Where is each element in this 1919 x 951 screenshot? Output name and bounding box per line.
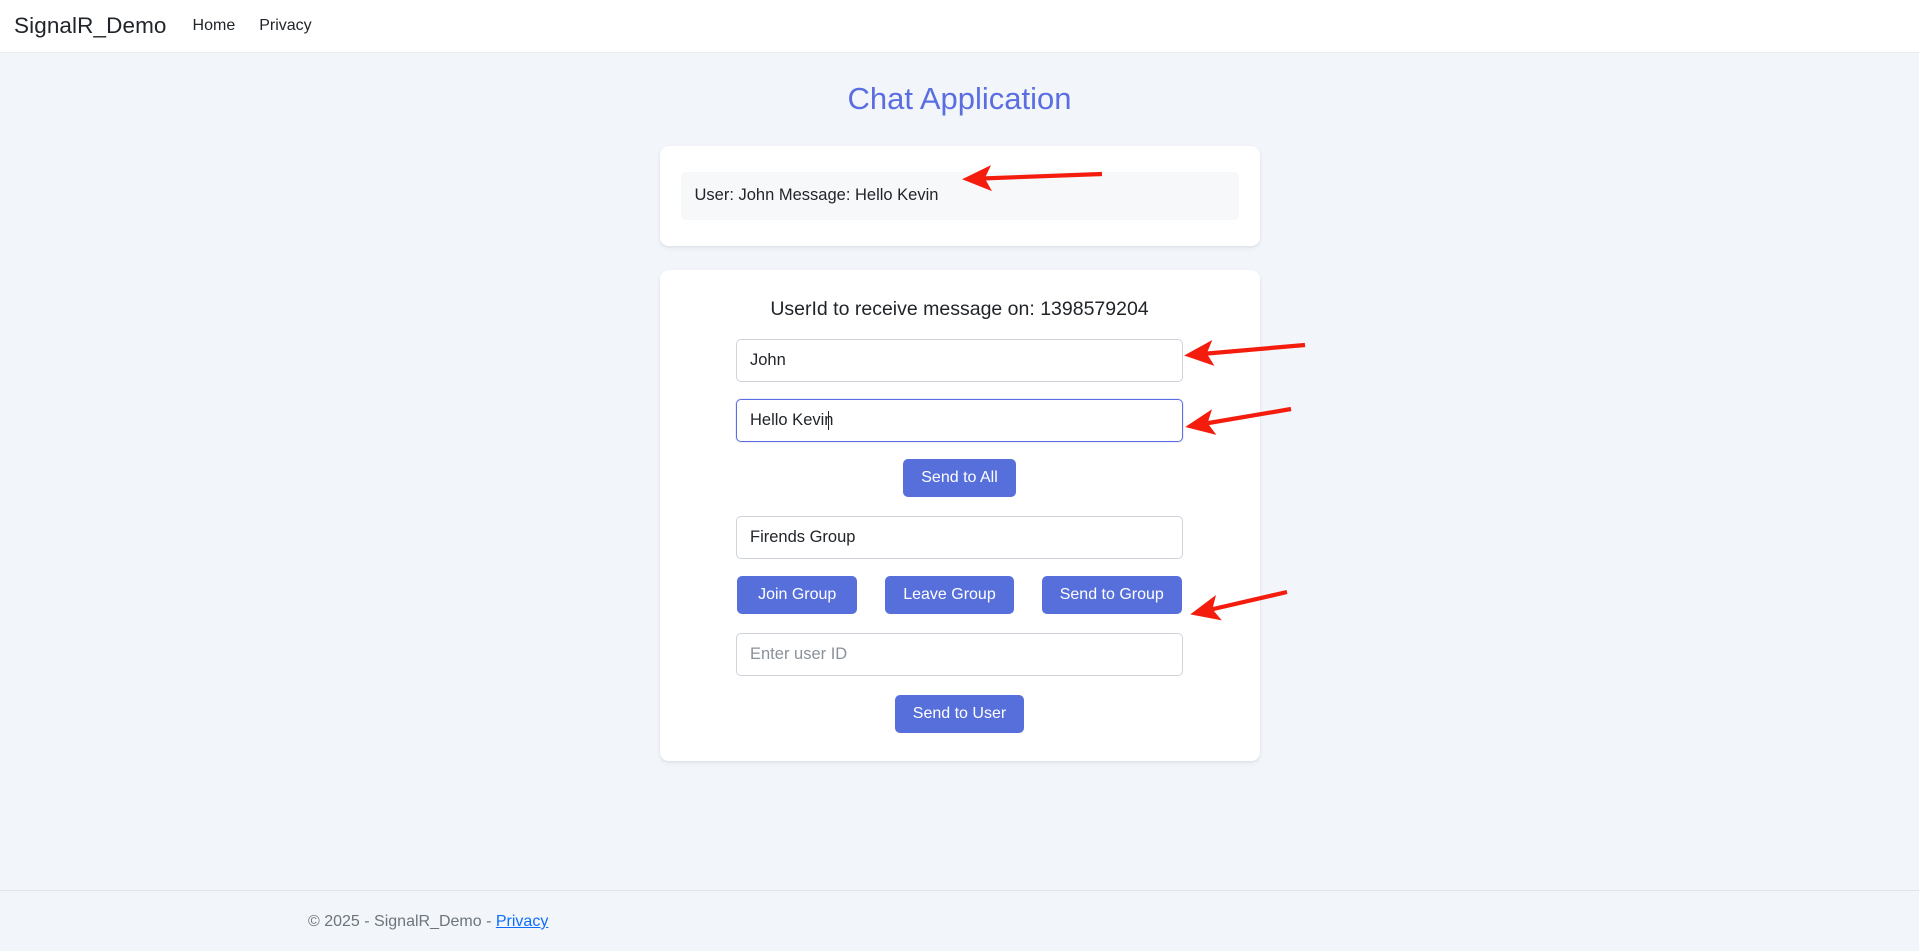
messages-card: User: John Message: Hello Kevin [659,146,1260,246]
navbar-brand[interactable]: SignalR_Demo [14,13,167,39]
nav-link-home[interactable]: Home [193,17,236,35]
footer-copyright: © 2025 - SignalR_Demo - [308,913,496,930]
user-name-input[interactable] [736,338,1183,382]
page-title: Chat Application [847,81,1072,116]
userid-label: UserId to receive message on: 1398579204 [770,297,1149,320]
send-user-row: Send to User [660,694,1260,733]
footer-text: © 2025 - SignalR_Demo - Privacy [0,913,1919,931]
send-to-user-button[interactable]: Send to User [894,694,1025,733]
send-all-row: Send to All [660,458,1260,497]
leave-group-button[interactable]: Leave Group [885,575,1014,614]
footer: © 2025 - SignalR_Demo - Privacy [0,890,1919,931]
join-group-button[interactable]: Join Group [737,575,858,614]
controls-card: UserId to receive message on: 1398579204… [659,269,1260,761]
navbar-links: Home Privacy [193,17,312,35]
message-list-item: User: John Message: Hello Kevin [680,172,1239,220]
user-id-input[interactable] [736,632,1183,676]
send-to-all-button[interactable]: Send to All [903,458,1016,497]
group-name-input[interactable] [736,515,1183,559]
message-input-wrap [736,398,1183,442]
nav-link-privacy[interactable]: Privacy [259,17,311,35]
navbar: SignalR_Demo Home Privacy [0,0,1919,53]
main-content: Chat Application User: John Message: Hel… [0,53,1919,761]
footer-privacy-link[interactable]: Privacy [496,913,548,930]
message-input[interactable] [736,398,1183,442]
group-buttons-row: Join Group Leave Group Send to Group [660,575,1260,614]
text-caret [828,410,829,430]
send-to-group-button[interactable]: Send to Group [1041,575,1182,614]
